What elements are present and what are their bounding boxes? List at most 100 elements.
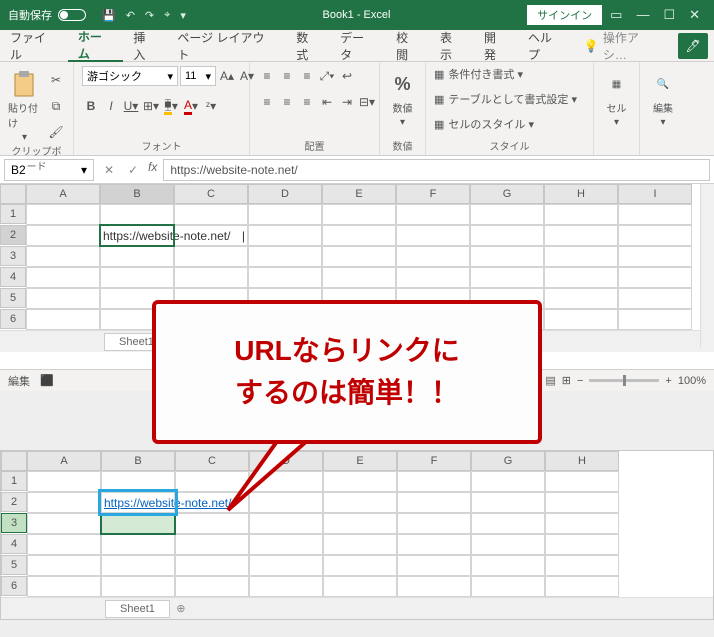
maximize-icon[interactable]: ☐ (663, 7, 675, 23)
orientation-icon[interactable]: ⤢▾ (318, 66, 336, 86)
cell[interactable] (26, 204, 100, 225)
align-right-icon[interactable]: ≡ (298, 92, 316, 112)
formula-input[interactable]: https://website-note.net/ (163, 159, 710, 181)
number-format-button[interactable]: % 数値 ▾ (388, 66, 417, 128)
close-icon[interactable]: ✕ (689, 7, 700, 23)
cell[interactable] (323, 576, 397, 597)
cell[interactable] (397, 555, 471, 576)
cell[interactable] (174, 246, 248, 267)
tab-insert[interactable]: 挿入 (123, 30, 167, 62)
tab-review[interactable]: 校閲 (386, 30, 430, 62)
cell[interactable] (26, 288, 100, 309)
cell[interactable] (544, 309, 618, 330)
cell[interactable] (396, 267, 470, 288)
cell[interactable] (396, 246, 470, 267)
increase-font-icon[interactable]: A▴ (218, 66, 236, 86)
cells-button[interactable]: ▦ セル ▾ (602, 66, 631, 128)
view-break-icon[interactable]: ⊞ (562, 374, 571, 387)
col-header[interactable]: F (396, 184, 470, 204)
cell[interactable] (397, 576, 471, 597)
row-header[interactable]: 6 (0, 309, 26, 329)
cell[interactable] (101, 471, 175, 492)
cell[interactable] (471, 513, 545, 534)
font-color-button[interactable]: A▾ (182, 96, 200, 116)
align-bottom-icon[interactable]: ≡ (298, 66, 316, 86)
tab-layout[interactable]: ページ レイアウト (167, 30, 286, 62)
cell[interactable] (545, 471, 619, 492)
tab-developer[interactable]: 開発 (474, 30, 518, 62)
cancel-edit-icon[interactable]: ✕ (100, 160, 118, 180)
view-layout-icon[interactable]: ▤ (545, 374, 555, 387)
col-header[interactable]: G (470, 184, 544, 204)
cell[interactable] (26, 225, 100, 246)
cell[interactable] (101, 576, 175, 597)
select-all-corner[interactable] (0, 184, 26, 204)
zoom-level[interactable]: 100% (678, 375, 706, 387)
cell[interactable] (27, 576, 101, 597)
italic-button[interactable]: I (102, 96, 120, 116)
cell[interactable] (101, 534, 175, 555)
col-header[interactable]: C (174, 184, 248, 204)
sheet-tab[interactable]: Sheet1 (105, 600, 170, 618)
cell[interactable] (544, 225, 618, 246)
row-header[interactable]: 3 (1, 513, 27, 533)
vertical-scrollbar[interactable] (700, 184, 714, 347)
cell[interactable] (545, 576, 619, 597)
cell[interactable] (174, 267, 248, 288)
col-header[interactable]: E (322, 184, 396, 204)
cell[interactable] (175, 576, 249, 597)
cell[interactable] (323, 492, 397, 513)
align-middle-icon[interactable]: ≡ (278, 66, 296, 86)
cell[interactable] (397, 534, 471, 555)
align-left-icon[interactable]: ≡ (258, 92, 276, 112)
col-header[interactable]: H (545, 451, 619, 471)
cell[interactable] (27, 555, 101, 576)
align-center-icon[interactable]: ≡ (278, 92, 296, 112)
format-painter-icon[interactable]: 🖌 (47, 122, 65, 142)
cell[interactable] (470, 267, 544, 288)
tab-view[interactable]: 表示 (430, 30, 474, 62)
cell[interactable] (26, 246, 100, 267)
cell[interactable] (27, 534, 101, 555)
editing-button[interactable]: 🔍 編集 ▾ (648, 66, 678, 128)
name-box[interactable]: B2▾ (4, 159, 94, 181)
worksheet-grid-2[interactable]: A B C D E F G H 1 2 https://website-note… (1, 451, 713, 597)
undo-icon[interactable]: ↶ (126, 9, 135, 22)
row-header[interactable]: 2 (0, 225, 26, 245)
save-icon[interactable]: 💾 (102, 9, 116, 22)
cell[interactable] (27, 513, 101, 534)
cell[interactable] (544, 267, 618, 288)
cell-b2-active[interactable]: https://website-note.net/| (100, 225, 174, 246)
cell[interactable] (175, 534, 249, 555)
cell[interactable] (248, 225, 322, 246)
cell[interactable] (618, 267, 692, 288)
row-header[interactable]: 1 (0, 204, 26, 224)
cell[interactable] (618, 288, 692, 309)
underline-button[interactable]: U▾ (122, 96, 140, 116)
cell[interactable] (618, 225, 692, 246)
tell-me-search[interactable]: 💡 操作アシ… (574, 29, 672, 63)
cell[interactable] (175, 555, 249, 576)
cell[interactable] (471, 555, 545, 576)
cell[interactable] (470, 246, 544, 267)
wrap-text-icon[interactable]: ↩ (338, 66, 356, 86)
cell[interactable] (545, 534, 619, 555)
cell[interactable] (322, 267, 396, 288)
tab-help[interactable]: ヘルプ (518, 30, 574, 62)
zoom-out-icon[interactable]: − (577, 375, 583, 387)
cell[interactable] (470, 204, 544, 225)
fill-color-button[interactable]: ⧯▾ (162, 96, 180, 116)
cell[interactable] (618, 309, 692, 330)
mouse-icon[interactable]: ⌖ (164, 9, 170, 22)
copy-icon[interactable]: ⧉ (47, 96, 65, 116)
cell[interactable] (545, 513, 619, 534)
cell[interactable] (544, 246, 618, 267)
cell[interactable] (618, 246, 692, 267)
cell[interactable] (545, 492, 619, 513)
row-header[interactable]: 4 (0, 267, 26, 287)
row-header[interactable]: 6 (1, 576, 27, 596)
cell[interactable] (618, 204, 692, 225)
cell[interactable] (249, 576, 323, 597)
cell[interactable] (323, 555, 397, 576)
row-header[interactable]: 5 (1, 555, 27, 575)
